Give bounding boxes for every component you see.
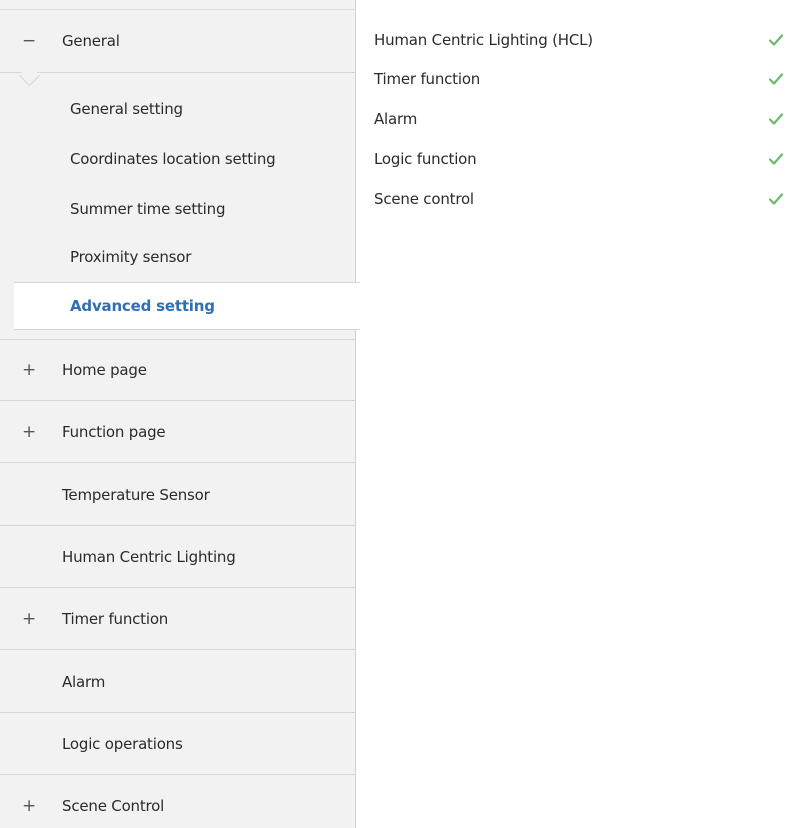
sidebar-item-timer-function[interactable]: + Timer function — [0, 588, 356, 650]
sidebar-divider — [0, 72, 356, 73]
param-label: Scene control — [374, 190, 474, 208]
param-row-alarm: Alarm — [374, 99, 784, 139]
sidebar-subitem-advanced-setting[interactable]: Advanced setting — [14, 282, 360, 330]
sidebar-item-label: Scene Control — [62, 797, 165, 815]
sidebar-subitem-general-setting[interactable]: General setting — [0, 84, 356, 134]
sidebar-item-label: Home page — [62, 361, 147, 379]
expand-icon[interactable]: + — [22, 360, 36, 380]
sidebar-item-alarm[interactable]: Alarm — [0, 651, 356, 713]
expand-icon[interactable]: + — [22, 422, 36, 442]
param-row-logic-function: Logic function — [374, 139, 784, 179]
sidebar-subitem-label: Advanced setting — [70, 297, 215, 315]
sidebar-item-general[interactable]: − General — [0, 10, 356, 72]
param-row-timer-function: Timer function — [374, 59, 784, 99]
sidebar-item-temperature-sensor[interactable]: Temperature Sensor — [0, 464, 356, 526]
sidebar-item-label: Logic operations — [62, 734, 183, 753]
sidebar-navigation: − General General setting Coordinates lo… — [0, 0, 360, 828]
parameter-window: − General General setting Coordinates lo… — [0, 0, 792, 828]
sidebar-item-function-page[interactable]: + Function page — [0, 401, 356, 463]
sidebar-item-scene-control[interactable]: + Scene Control — [0, 775, 356, 828]
sidebar-item-label: Temperature Sensor — [62, 485, 210, 504]
checkbox-checked-icon[interactable] — [768, 151, 784, 167]
sidebar-subitem-coordinates-location-setting[interactable]: Coordinates location setting — [0, 134, 356, 184]
sidebar-subitem-label: General setting — [70, 100, 183, 118]
sidebar-item-label: Alarm — [62, 672, 106, 691]
checkbox-checked-icon[interactable] — [768, 32, 784, 48]
param-row-hcl: Human Centric Lighting (HCL) — [374, 20, 784, 60]
sidebar-item-human-centric-lighting[interactable]: Human Centric Lighting — [0, 526, 356, 588]
param-row-scene-control: Scene control — [374, 179, 784, 219]
sidebar-subitem-label: Coordinates location setting — [70, 150, 276, 168]
sidebar-item-label: General — [62, 32, 120, 50]
collapse-icon[interactable]: − — [22, 31, 36, 51]
sidebar-subitem-summer-time-setting[interactable]: Summer time setting — [0, 184, 356, 234]
sidebar-subitem-label: Proximity sensor — [70, 248, 192, 266]
param-label: Logic function — [374, 150, 477, 168]
checkbox-checked-icon[interactable] — [768, 111, 784, 127]
expand-icon[interactable]: + — [22, 796, 36, 816]
expand-icon[interactable]: + — [22, 609, 36, 629]
param-label: Timer function — [374, 70, 481, 88]
param-label: Alarm — [374, 110, 418, 128]
param-label: Human Centric Lighting (HCL) — [374, 31, 593, 49]
checkbox-checked-icon[interactable] — [768, 71, 784, 87]
sidebar-item-logic-operations[interactable]: Logic operations — [0, 713, 356, 775]
parameter-panel: Human Centric Lighting (HCL) Timer funct… — [356, 0, 792, 828]
sidebar-item-label: Timer function — [62, 609, 169, 628]
sidebar-item-label: Function page — [62, 422, 166, 441]
checkbox-checked-icon[interactable] — [768, 191, 784, 207]
sidebar-item-home-page[interactable]: + Home page — [0, 339, 356, 401]
sidebar-subitem-label: Summer time setting — [70, 200, 226, 218]
sidebar-subitem-proximity-sensor[interactable]: Proximity sensor — [0, 232, 356, 282]
sidebar-item-label: Human Centric Lighting — [62, 547, 236, 566]
